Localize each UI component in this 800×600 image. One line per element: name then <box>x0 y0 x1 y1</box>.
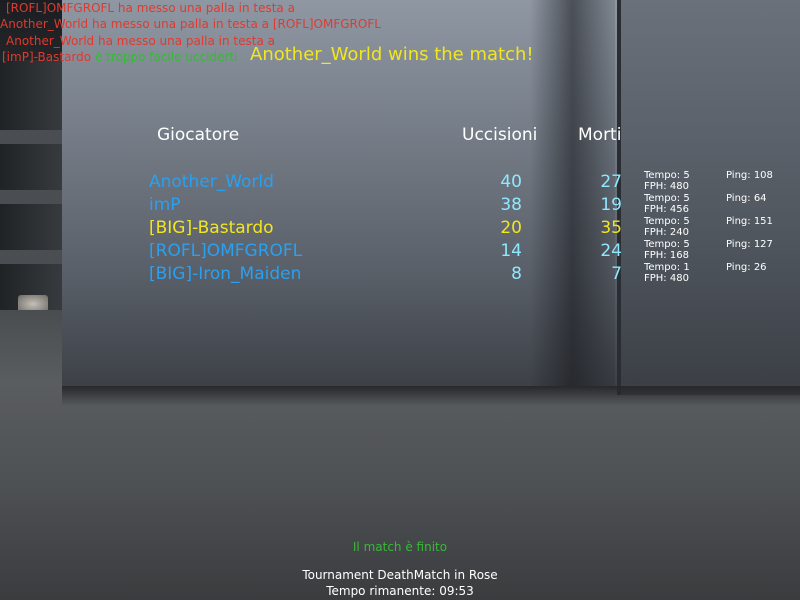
fph-value: FPH: 480 <box>644 273 689 284</box>
game-world-background <box>0 0 800 600</box>
player-name: [BIG]-Iron_Maiden <box>149 264 302 284</box>
player-stats: Tempo: 5 FPH: 480 <box>644 170 690 192</box>
ping-value: Ping: 127 <box>726 239 773 250</box>
kills-value: 40 <box>500 172 522 192</box>
time-value: Tempo: 5 <box>644 239 690 250</box>
kills-value: 14 <box>500 241 522 261</box>
scoreboard-row: [BIG]-Bastardo 20 35 Tempo: 5 FPH: 240 Pi… <box>0 216 800 241</box>
time-value: Tempo: 1 <box>644 262 690 273</box>
deaths-value: 19 <box>600 195 622 215</box>
fph-value: FPH: 456 <box>644 204 689 215</box>
time-value: Tempo: 5 <box>644 170 690 181</box>
game-mode: Tournament DeathMatch in Rose <box>302 568 498 582</box>
deaths-value: 24 <box>600 241 622 261</box>
time-remaining-value: 09:53 <box>439 584 474 598</box>
winner-banner: Another_World wins the match! <box>250 44 534 65</box>
ping-value: Ping: 64 <box>726 193 767 204</box>
deaths-value: 35 <box>600 218 622 238</box>
fph-value: FPH: 480 <box>644 181 689 192</box>
chat-line: Another_World ha messo una palla in test… <box>6 34 275 48</box>
header-player: Giocatore <box>157 125 240 145</box>
header-deaths: Morti <box>578 125 622 145</box>
chat-player: Another_World <box>0 17 89 31</box>
chat-line: [ROFL]OMFGROFL ha messo una palla in tes… <box>6 1 295 15</box>
scoreboard-row: [ROFL]OMFGROFL 14 24 Tempo: 5 FPH: 168 Pi… <box>0 239 800 264</box>
ping-value: Ping: 108 <box>726 170 773 181</box>
player-stats: Tempo: 1 FPH: 480 <box>644 262 690 284</box>
time-remaining: Tempo rimanente: 09:53 <box>0 584 800 598</box>
time-value: Tempo: 5 <box>644 216 690 227</box>
floor-shadow <box>62 386 800 406</box>
player-stats: Tempo: 5 FPH: 456 <box>644 193 690 215</box>
deaths-value: 27 <box>600 172 622 192</box>
kills-value: 20 <box>500 218 522 238</box>
scoreboard-row: imP 38 19 Tempo: 5 FPH: 456 Ping: 64 <box>0 193 800 218</box>
ping-value: Ping: 26 <box>726 262 767 273</box>
player-stats: Tempo: 5 FPH: 240 <box>644 216 690 238</box>
scoreboard-row: [BIG]-Iron_Maiden 8 7 Tempo: 1 FPH: 480 P… <box>0 262 800 287</box>
player-name: imP <box>149 195 181 215</box>
kills-value: 38 <box>500 195 522 215</box>
player-name: [ROFL]OMFGROFL <box>149 241 303 261</box>
deaths-value: 7 <box>611 264 622 284</box>
player-name: Another_World <box>149 172 274 192</box>
time-value: Tempo: 5 <box>644 193 690 204</box>
player-name: [BIG]-Bastardo <box>149 218 274 238</box>
chat-text: ha messo una palla in testa a [ROFL]OMFG… <box>92 17 381 31</box>
chat-text: è troppo facile ucciderti <box>94 50 238 64</box>
fph-value: FPH: 168 <box>644 250 689 261</box>
chat-line: [imP]-Bastardo è troppo facile ucciderti <box>2 51 237 64</box>
match-status: Il match è finito <box>352 540 448 554</box>
scoreboard-row: Another_World 40 27 Tempo: 5 FPH: 480 Pin… <box>0 170 800 195</box>
chat-player: [imP]-Bastardo <box>2 50 92 64</box>
header-kills: Uccisioni <box>462 125 538 145</box>
time-remaining-label: Tempo rimanente: <box>326 584 436 598</box>
ping-value: Ping: 151 <box>726 216 773 227</box>
chat-line: Another_World ha messo una palla in test… <box>0 18 381 31</box>
player-stats: Tempo: 5 FPH: 168 <box>644 239 690 261</box>
fph-value: FPH: 240 <box>644 227 689 238</box>
kills-value: 8 <box>511 264 522 284</box>
